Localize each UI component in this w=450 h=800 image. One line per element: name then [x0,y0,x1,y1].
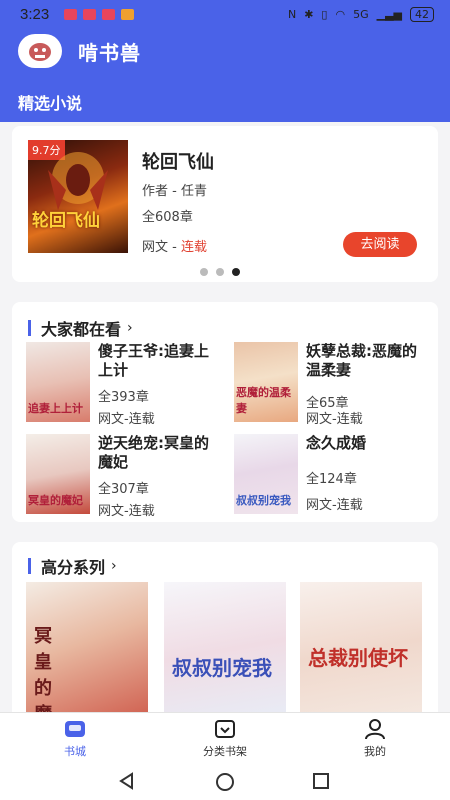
book-cover: 冥皇的魔妃 [26,434,90,514]
nav-profile[interactable]: 我的 [330,717,420,759]
app-notification-icon [121,9,134,20]
mail-icon [102,9,115,20]
carousel-dots[interactable] [200,268,240,276]
book-cover: 叔叔别宠我 [234,434,298,514]
status-bar: 3:23 N ✱ ▯ ◠ 5G ▁▃▅ 42 [0,0,450,30]
main-scroll[interactable]: 9.7分 轮回飞仙 轮回飞仙 作者 - 任青 全608章 网文 - 连载 去阅读… [0,122,450,712]
nav-label: 书城 [64,745,86,758]
chevron-right-icon: › [111,558,117,574]
chevron-right-icon: › [127,320,133,336]
back-icon[interactable] [118,772,136,790]
book-cover: 恶魔的温柔妻 [234,342,298,422]
book-cover[interactable]: 叔叔别宠我 [164,582,286,712]
section-title: 大家都在看 [41,320,122,339]
section-header[interactable]: 大家都在看 › [28,316,133,340]
nav-label: 分类书架 [203,745,247,758]
book-item[interactable]: 追妻上上计 傻子王爷:追妻上上计 全393章 网文-连载 [26,342,226,427]
system-nav-bar [0,762,450,800]
section-title: 高分系列 [41,558,106,577]
carousel-dot[interactable] [200,268,208,276]
nav-bookshelf[interactable]: 分类书架 [180,717,270,759]
book-meta: 网文-连载 [306,412,363,427]
status-time: 3:23 [20,6,50,23]
genre-label: 网文 - [142,240,181,255]
book-meta: 网文-连载 [98,504,155,519]
mail-icon [83,9,96,20]
cover-title: 恶魔的温柔妻 [236,386,291,415]
status-label: 连载 [180,240,207,255]
signal-icon: ▁▃▅ [376,8,402,21]
section-accent-bar [28,558,31,574]
featured-title[interactable]: 轮回飞仙 [142,148,214,174]
book-item[interactable]: 恶魔的温柔妻 妖孽总裁:恶魔的温柔妻 全65章 网文-连载 [234,342,434,427]
featured-banner[interactable]: 9.7分 轮回飞仙 轮回飞仙 作者 - 任青 全608章 网文 - 连载 去阅读 [12,126,438,282]
recents-icon[interactable] [312,772,330,790]
section-accent-bar [28,320,31,336]
read-button[interactable]: 去阅读 [343,232,417,257]
book-title: 念久成婚 [306,434,367,452]
book-meta: 网文-连载 [306,498,363,513]
book-title: 傻子王爷:追妻上上计 [98,342,209,379]
book-cover[interactable]: 冥皇的魔妃 [26,582,148,712]
book-chapters: 全393章 [98,390,149,405]
featured-genre: 网文 - 连载 [142,236,207,255]
featured-chapters: 全608章 [142,210,193,225]
carousel-dot-active[interactable] [232,268,240,276]
book-chapters: 全124章 [306,472,357,487]
cover-title: 冥皇的魔妃 [28,494,83,507]
section-header[interactable]: 高分系列 › [28,554,117,578]
nfc-icon: N [287,8,297,21]
home-icon[interactable] [215,772,235,792]
book-cover[interactable]: 总裁别使坏 [300,582,422,712]
cover-title: 冥皇的魔妃 [34,626,52,712]
book-title: 妖孽总裁:恶魔的温柔妻 [306,342,417,379]
wifi-icon: ◠ [335,8,346,21]
battery-icon: 42 [410,7,434,22]
book-item[interactable]: 叔叔别宠我 念久成婚 全124章 网文-连载 [234,434,434,516]
carousel-dot[interactable] [216,268,224,276]
high-score-section: 高分系列 › 冥皇的魔妃 叔叔别宠我 总裁别使坏 [12,542,438,712]
profile-icon [330,717,420,741]
featured-book-cover[interactable]: 9.7分 轮回飞仙 [28,140,128,253]
book-item[interactable]: 冥皇的魔妃 逆天绝宠:冥皇的魔妃 全307章 网文-连载 [26,434,226,519]
book-title: 逆天绝宠:冥皇的魔妃 [98,434,209,471]
vibrate-icon: ▯ [321,8,328,21]
cover-title: 轮回飞仙 [32,211,100,231]
app-header: 3:23 N ✱ ▯ ◠ 5G ▁▃▅ 42 啃书兽 精选小说 [0,0,450,122]
bookshelf-icon [180,717,270,741]
mail-icon [64,9,77,20]
book-meta: 网文-连载 [98,412,155,427]
tab-featured-novels[interactable]: 精选小说 [18,90,82,114]
nav-label: 我的 [364,745,386,758]
bottom-nav: 书城 分类书架 我的 [0,712,450,762]
app-logo [18,34,62,68]
cover-title: 叔叔别宠我 [236,494,291,507]
signal-label: 5G [353,8,369,21]
notification-icons [64,9,134,20]
featured-author: 作者 - 任青 [142,184,207,199]
book-cover: 追妻上上计 [26,342,90,422]
book-chapters: 全307章 [98,482,149,497]
popular-section: 大家都在看 › 追妻上上计 傻子王爷:追妻上上计 全393章 网文-连载 恶魔的… [12,302,438,522]
status-right: N ✱ ▯ ◠ 5G ▁▃▅ 42 [288,7,434,22]
app-title: 啃书兽 [78,40,141,65]
bluetooth-icon: ✱ [304,8,314,21]
cover-title: 叔叔别宠我 [172,656,272,680]
cover-title: 总裁别使坏 [308,646,408,670]
store-icon [30,717,120,741]
cover-title: 追妻上上计 [28,402,83,415]
nav-store[interactable]: 书城 [30,717,120,759]
